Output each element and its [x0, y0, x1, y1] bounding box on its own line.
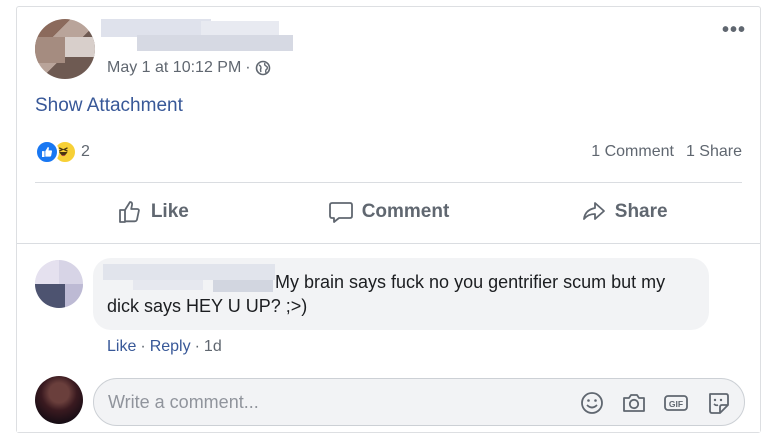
- speech-bubble-icon: [328, 202, 353, 223]
- comment-text: My brain says fuck no you gentrifier scu…: [107, 272, 666, 316]
- meta-separator: ·: [245, 59, 251, 76]
- share-button[interactable]: Share: [506, 192, 742, 232]
- commenter-avatar[interactable]: [35, 260, 83, 308]
- emoji-icon[interactable]: [578, 389, 606, 417]
- like-icon: [35, 140, 59, 164]
- composer-tools: GIF: [578, 389, 732, 417]
- comment-action-separator: ·: [140, 338, 146, 355]
- more-icon[interactable]: •••: [722, 20, 746, 40]
- comment-age[interactable]: 1d: [204, 338, 222, 356]
- post-timestamp[interactable]: May 1 at 10:12 PM: [107, 59, 241, 77]
- comment-bubble: My brain says fuck no you gentrifier scu…: [93, 258, 709, 330]
- comment-label: Comment: [361, 201, 450, 222]
- engagement-counts: 1 Comment 1 Share: [591, 143, 742, 161]
- thumbs-up-icon: [118, 201, 140, 223]
- like-label: Like: [150, 201, 189, 222]
- gif-icon[interactable]: GIF: [662, 389, 690, 417]
- globe-icon[interactable]: [255, 60, 271, 76]
- reaction-count: 2: [81, 143, 90, 160]
- redacted-author-name: [137, 35, 293, 51]
- sticker-icon[interactable]: [704, 389, 732, 417]
- post-actions: Like Comment Share: [35, 192, 742, 232]
- comment-input[interactable]: [108, 389, 548, 415]
- author-avatar[interactable]: [35, 19, 95, 79]
- current-user-avatar[interactable]: [35, 376, 83, 424]
- comment-reply-link[interactable]: Reply: [150, 338, 191, 356]
- post-meta: May 1 at 10:12 PM ·: [107, 59, 271, 77]
- reactions-summary[interactable]: 2: [35, 140, 90, 164]
- share-label: Share: [614, 201, 668, 222]
- comment-like-link[interactable]: Like: [107, 338, 136, 356]
- redacted-author-name: [201, 21, 279, 35]
- share-count[interactable]: 1 Share: [686, 143, 742, 161]
- comments-section: My brain says fuck no you gentrifier scu…: [17, 243, 760, 432]
- comment-action-separator: ·: [194, 338, 200, 355]
- like-button[interactable]: Like: [35, 192, 271, 232]
- share-arrow-icon: [582, 202, 605, 220]
- comment-count[interactable]: 1 Comment: [591, 143, 674, 161]
- show-attachment-link[interactable]: Show Attachment: [35, 95, 183, 117]
- comment-composer: GIF: [93, 378, 745, 426]
- divider: [35, 182, 742, 183]
- gif-label: GIF: [669, 399, 683, 409]
- comment-actions: Like · Reply · 1d: [107, 338, 222, 356]
- post-card: May 1 at 10:12 PM · ••• Show Attachment …: [16, 6, 761, 433]
- camera-icon[interactable]: [620, 389, 648, 417]
- comment-button[interactable]: Comment: [271, 192, 507, 232]
